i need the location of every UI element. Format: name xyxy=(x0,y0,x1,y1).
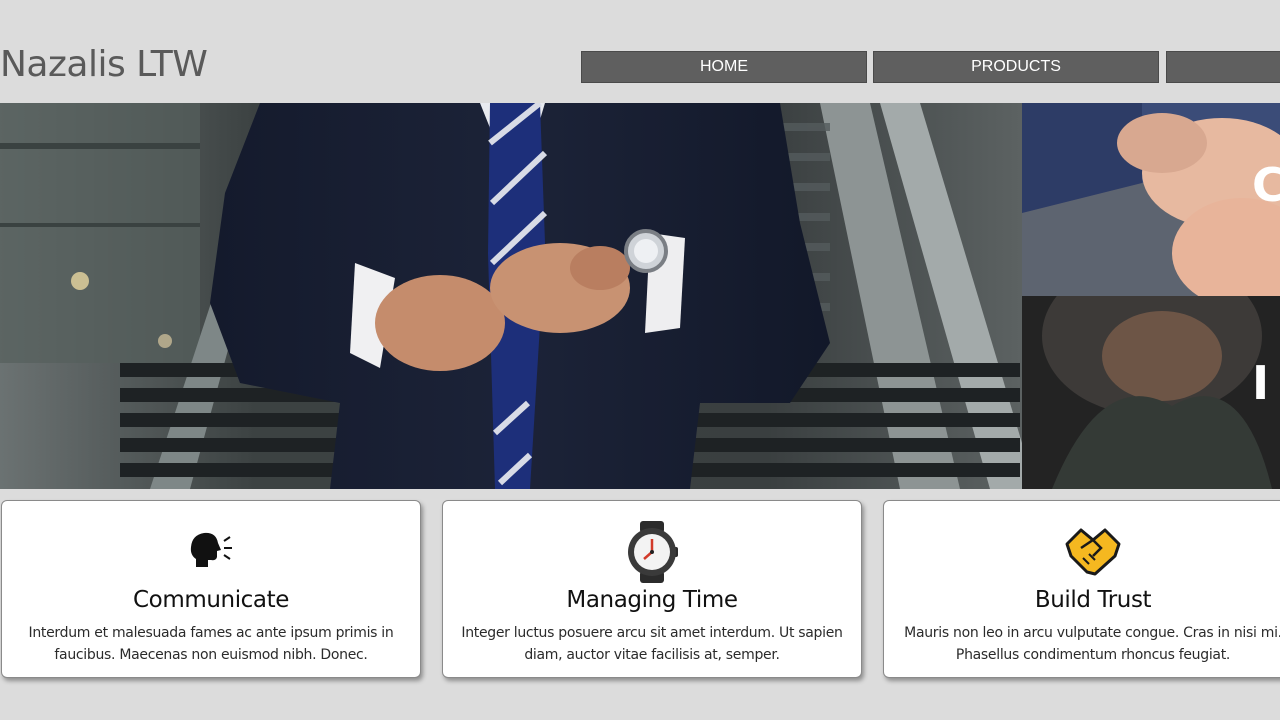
card-title: Communicate xyxy=(133,587,289,613)
hero-main-image xyxy=(0,103,1022,489)
page: Nazalis LTW HOME PRODUCTS C I Communicat… xyxy=(0,0,1280,720)
card-description: Integer luctus posuere arcu sit amet int… xyxy=(461,625,843,663)
businessman-photo xyxy=(0,103,1022,489)
wristwatch-icon xyxy=(443,521,861,583)
card-title: Managing Time xyxy=(566,587,738,613)
handshake-icon xyxy=(884,521,1280,583)
feature-card-build-trust: Build Trust Mauris non leo in arcu vulpu… xyxy=(883,500,1280,678)
hero-side-image-bottom: I xyxy=(1022,296,1280,489)
nav-third-button[interactable] xyxy=(1166,51,1280,83)
hero-side-image-top: C xyxy=(1022,103,1280,296)
nav-products-button[interactable]: PRODUCTS xyxy=(873,51,1159,83)
nav-home-button[interactable]: HOME xyxy=(581,51,867,83)
brand-logo-text[interactable]: Nazalis LTW xyxy=(0,44,208,85)
card-title: Build Trust xyxy=(1034,587,1152,613)
side-bottom-caption: I xyxy=(1252,356,1270,410)
card-description: Interdum et malesuada fames ac ante ipsu… xyxy=(28,625,394,663)
side-top-caption: C xyxy=(1252,158,1280,212)
feature-card-managing-time: Managing Time Integer luctus posuere arc… xyxy=(442,500,862,678)
hands-photo xyxy=(1022,103,1280,296)
card-description: Mauris non leo in arcu vulputate congue.… xyxy=(904,625,1280,663)
person-photo xyxy=(1022,296,1280,489)
feature-card-communicate: Communicate Interdum et malesuada fames … xyxy=(1,500,421,678)
speaking-head-icon xyxy=(2,521,420,583)
